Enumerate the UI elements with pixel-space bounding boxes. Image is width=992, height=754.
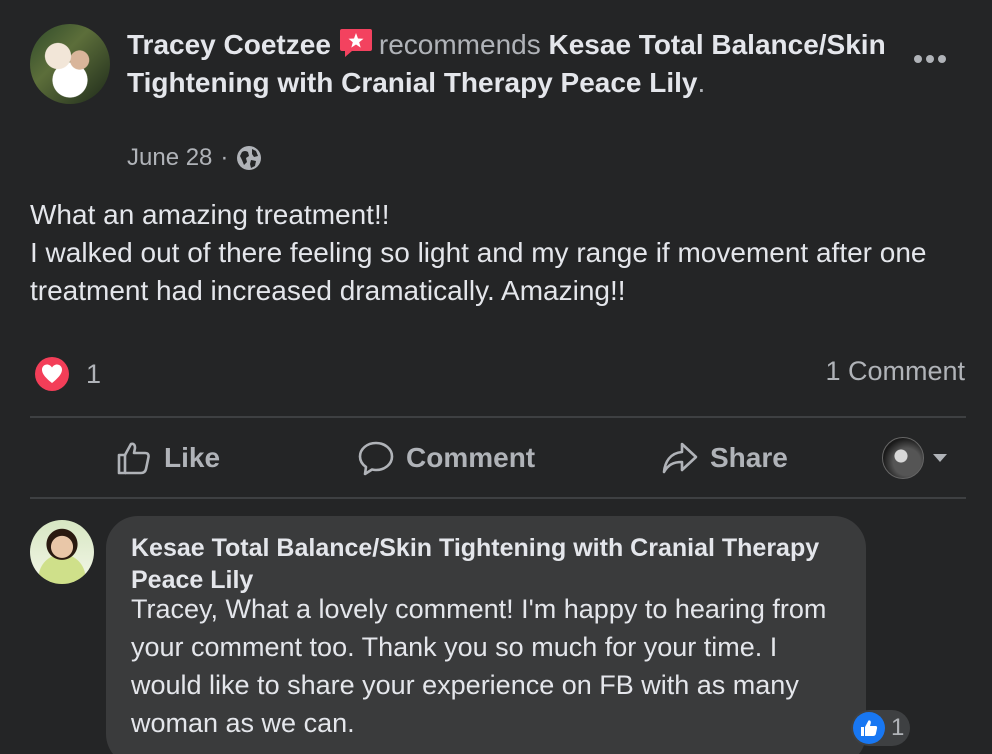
chevron-down-icon [933, 454, 947, 462]
reactions-summary[interactable]: 1 [34, 356, 101, 392]
reaction-count: 1 [86, 358, 102, 389]
love-heart-icon [35, 357, 69, 391]
like-button[interactable]: Like [116, 436, 220, 480]
comment-text: Tracey, What a lovely comment! I'm happy… [131, 594, 827, 738]
current-user-avatar [882, 437, 924, 479]
more-options-button[interactable] [910, 44, 950, 74]
divider-top [30, 416, 966, 418]
share-label: Share [710, 442, 788, 473]
like-label: Like [164, 442, 221, 473]
author-name[interactable]: Tracey Coetzee [127, 29, 331, 60]
commenter-avatar[interactable] [30, 520, 94, 584]
comment-bubble-icon [358, 441, 394, 476]
like-thumb-outline-icon [117, 442, 150, 475]
share-button[interactable]: Share [662, 436, 788, 480]
like-thumb-icon [853, 712, 885, 744]
more-options-icon [914, 55, 946, 63]
header-period: . [697, 67, 706, 98]
post-body: What an amazing treatment!! I walked out… [30, 199, 927, 306]
recommends-text: recommends [378, 29, 541, 60]
post-header: Tracey Coetzee recommends Kesae Total Bal… [127, 26, 897, 102]
recommend-icon [339, 28, 373, 58]
share-arrow-icon [662, 442, 698, 474]
globe-icon [237, 146, 262, 170]
comment-label: Comment [406, 442, 536, 473]
comment-count-link[interactable]: 1 Comment [825, 356, 965, 387]
comment-reaction-count: 1 [891, 714, 905, 741]
post-meta: June 28 · [127, 144, 262, 172]
post-date[interactable]: June 28 [127, 144, 212, 172]
comment-reactions[interactable]: 1 [851, 710, 911, 746]
meta-separator: · [220, 144, 229, 171]
divider-bottom [30, 497, 966, 499]
react-as-selector[interactable] [882, 436, 948, 480]
facebook-post: Tracey Coetzee recommends Kesae Total Bal… [0, 0, 992, 754]
comment-button[interactable]: Comment [358, 436, 535, 480]
author-avatar[interactable] [30, 24, 110, 104]
comment-author[interactable]: Kesae Total Balance/Skin Tightening with… [131, 532, 831, 596]
